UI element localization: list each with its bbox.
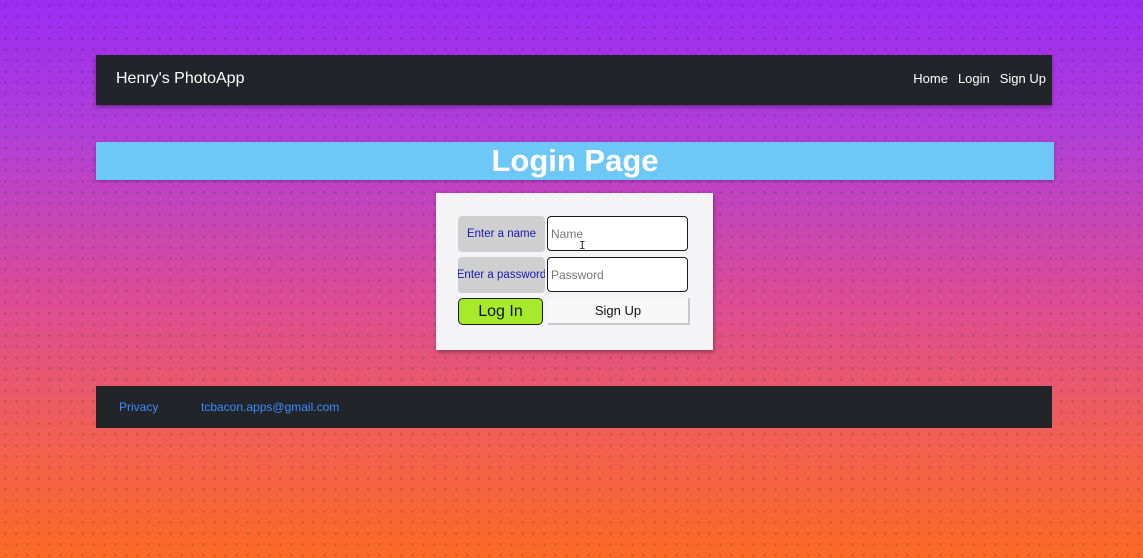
- signup-button[interactable]: Sign Up: [548, 298, 690, 325]
- nav-link-signup[interactable]: Sign Up: [1000, 71, 1046, 86]
- brand-title[interactable]: Henry's PhotoApp: [116, 70, 244, 88]
- password-label: Enter a password: [458, 257, 545, 293]
- login-button[interactable]: Log In: [458, 298, 543, 325]
- top-navbar: Henry's PhotoApp Home Login Sign Up: [96, 55, 1052, 105]
- email-link[interactable]: tcbacon.apps@gmail.com: [201, 400, 339, 414]
- nav-link-login[interactable]: Login: [958, 71, 990, 86]
- page-title: Login Page: [491, 143, 659, 178]
- name-label: Enter a name: [458, 216, 545, 252]
- name-input[interactable]: [547, 216, 688, 251]
- nav-link-home[interactable]: Home: [913, 71, 948, 86]
- text-cursor-icon: I: [579, 239, 586, 252]
- nav-links: Home Login Sign Up: [913, 71, 1046, 86]
- login-form: Enter a name I Enter a password Log In S…: [436, 193, 713, 350]
- privacy-link[interactable]: Privacy: [119, 400, 158, 414]
- footer: Privacy tcbacon.apps@gmail.com: [96, 386, 1052, 428]
- page-title-banner: Login Page: [96, 142, 1054, 180]
- password-input[interactable]: [547, 257, 688, 292]
